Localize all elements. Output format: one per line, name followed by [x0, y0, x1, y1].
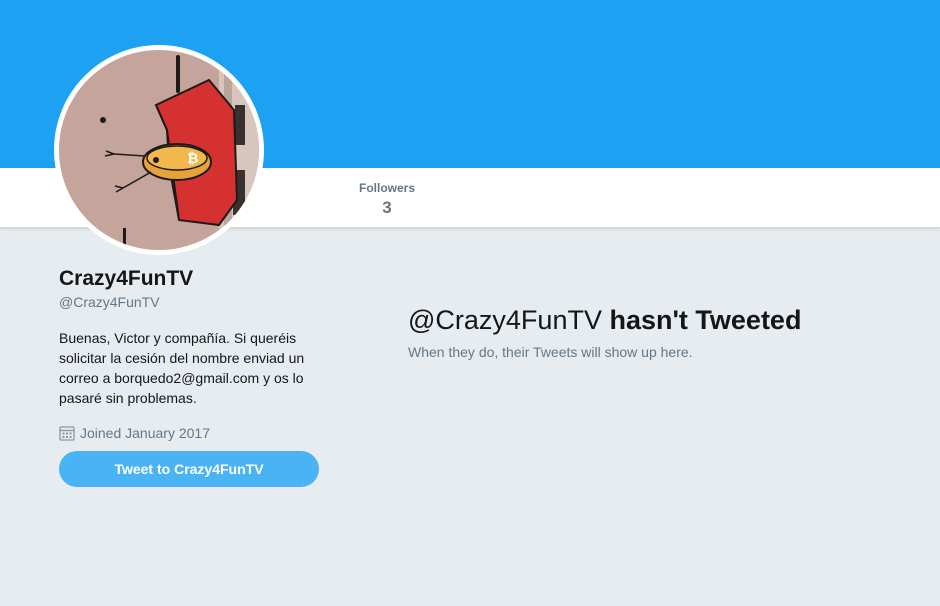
profile-name[interactable]: Crazy4FunTV	[59, 266, 329, 292]
profile-bio: Buenas, Victor y compañía. Si queréis so…	[59, 330, 305, 406]
empty-timeline-title: @Crazy4FunTV hasn't Tweeted	[408, 303, 908, 337]
profile-card: Crazy4FunTV @Crazy4FunTV Buenas, Victor …	[59, 266, 329, 443]
empty-timeline-subtitle: When they do, their Tweets will show up …	[408, 344, 693, 360]
joined-date: Joined January 2017	[59, 423, 329, 443]
followers-stat[interactable]: Followers 3	[352, 180, 422, 219]
followers-label: Followers	[358, 181, 415, 195]
empty-timeline-handle: @Crazy4FunTV	[408, 305, 602, 335]
joined-text: Joined January 2017	[80, 425, 210, 441]
avatar-image: ₿	[59, 50, 259, 250]
svg-text:₿: ₿	[187, 151, 198, 167]
profile-handle[interactable]: @Crazy4FunTV	[59, 293, 329, 311]
avatar[interactable]: ₿	[54, 45, 264, 255]
calendar-icon	[59, 426, 75, 441]
tweet-to-button[interactable]: Tweet to Crazy4FunTV	[59, 451, 319, 487]
followers-count: 3	[382, 198, 392, 217]
empty-timeline-message: hasn't Tweeted	[609, 305, 802, 335]
empty-timeline: @Crazy4FunTV hasn't Tweeted When they do…	[408, 303, 908, 361]
